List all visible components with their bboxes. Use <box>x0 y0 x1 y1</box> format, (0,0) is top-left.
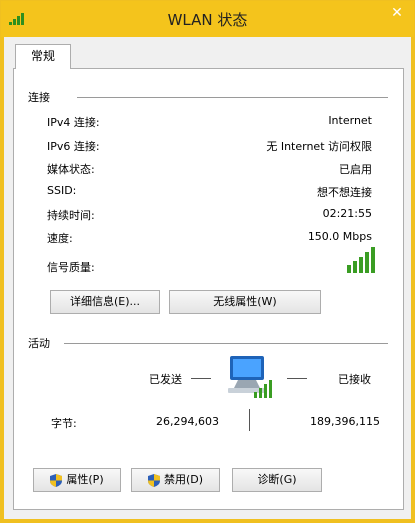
properties-button[interactable]: 属性(P) <box>33 468 121 492</box>
network-computer-icon <box>228 356 272 398</box>
disable-button-label: 禁用(D) <box>163 473 204 486</box>
media-state-value: 已启用 <box>339 163 372 176</box>
close-icon: ✕ <box>391 5 403 21</box>
signal-quality-label: 信号质量: <box>47 261 95 274</box>
media-state-label: 媒体状态: <box>47 163 95 176</box>
ssid-value: 想不想连接 <box>317 186 372 199</box>
uac-shield-icon <box>147 473 160 487</box>
bytes-label: 字节: <box>51 417 77 430</box>
duration-label: 持续时间: <box>47 209 95 222</box>
uac-shield-icon <box>50 473 63 487</box>
details-button[interactable]: 详细信息(E)... <box>50 290 160 314</box>
wlan-status-window: WLAN 状态 ✕ 常规 连接 IPv4 连接: Internet IPv6 连… <box>0 0 415 523</box>
speed-label: 速度: <box>47 232 73 245</box>
connection-divider <box>77 97 388 98</box>
close-button[interactable]: ✕ <box>386 3 408 23</box>
ipv6-value: 无 Internet 访问权限 <box>266 140 372 153</box>
properties-button-label: 属性(P) <box>66 473 104 486</box>
wireless-properties-button[interactable]: 无线属性(W) <box>169 290 321 314</box>
ipv4-value: Internet <box>328 114 372 127</box>
received-dash <box>287 378 307 379</box>
title-bar[interactable]: WLAN 状态 ✕ <box>1 1 414 37</box>
sent-dash <box>191 378 211 379</box>
sent-label: 已发送 <box>149 373 182 386</box>
activity-divider <box>64 343 388 344</box>
window-title: WLAN 状态 <box>167 11 248 29</box>
duration-value: 02:21:55 <box>322 207 372 220</box>
connection-group-title: 连接 <box>28 91 50 104</box>
diagnose-button[interactable]: 诊断(G) <box>232 468 322 492</box>
dialog-body: 常规 连接 IPv4 连接: Internet IPv6 连接: 无 Inter… <box>4 37 411 519</box>
received-label: 已接收 <box>338 373 371 386</box>
general-tab-panel: 连接 IPv4 连接: Internet IPv6 连接: 无 Internet… <box>13 68 404 510</box>
ipv4-label: IPv4 连接: <box>47 116 100 129</box>
bytes-sent-value: 26,294,603 <box>156 415 219 428</box>
speed-value: 150.0 Mbps <box>307 230 372 243</box>
activity-group-title: 活动 <box>28 337 50 350</box>
signal-quality-icon <box>347 247 375 273</box>
ssid-label: SSID: <box>47 184 77 197</box>
tab-general[interactable]: 常规 <box>15 44 71 69</box>
disable-button[interactable]: 禁用(D) <box>131 468 220 492</box>
ipv6-label: IPv6 连接: <box>47 140 100 153</box>
bytes-divider <box>249 409 250 431</box>
bytes-received-value: 189,396,115 <box>310 415 380 428</box>
